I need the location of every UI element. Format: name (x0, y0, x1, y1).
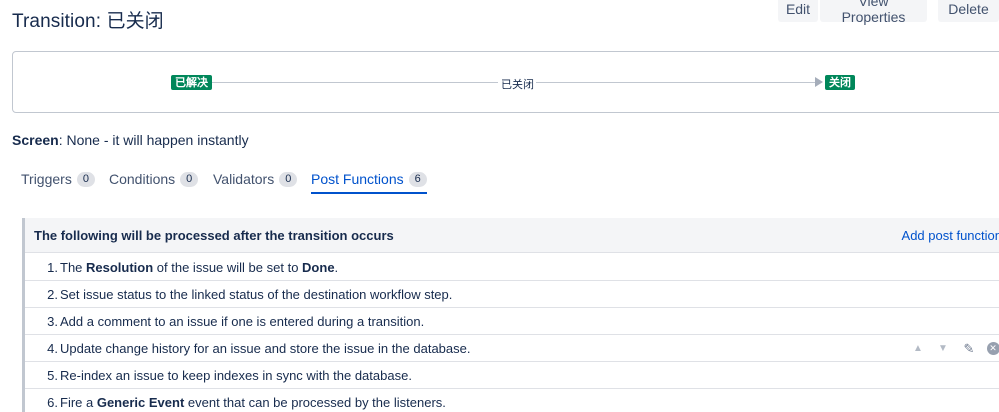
tab-conditions-count: 0 (180, 171, 199, 187)
row-text: Re-index an issue to keep indexes in syn… (60, 368, 412, 383)
view-properties-button[interactable]: View Properties (820, 0, 927, 25)
panel-header: The following will be processed after th… (25, 218, 999, 253)
edit-pencil-icon[interactable]: ✎ (962, 340, 976, 357)
panel-heading: The following will be processed after th… (34, 228, 394, 243)
post-function-row: 6. Fire a Generic Event event that can b… (25, 389, 999, 412)
row-number: 5. (47, 368, 58, 383)
row-text-bold: Resolution (86, 260, 154, 275)
tab-validators[interactable]: Validators 0 (213, 166, 298, 192)
row-text-part: . (334, 260, 339, 275)
transition-name-label: 已关闭 (499, 76, 536, 92)
edit-button[interactable]: Edit (778, 0, 818, 22)
post-functions-panel: The following will be processed after th… (22, 218, 999, 412)
post-function-row: 5. Re-index an issue to keep indexes in … (25, 362, 999, 389)
row-number: 2. (47, 287, 58, 302)
row-text: Add a comment to an issue if one is ente… (60, 314, 425, 329)
page-title: Transition: 已关闭 (12, 6, 164, 33)
post-function-row: 2. Set issue status to the linked status… (25, 281, 999, 308)
remove-icon[interactable]: ✕ (986, 340, 999, 357)
diagram-connector-right (533, 82, 818, 83)
row-text-bold: Done (302, 260, 335, 275)
tab-triggers-count: 0 (76, 171, 95, 187)
row-text-part: The (60, 260, 87, 275)
tab-validators-label: Validators (213, 171, 275, 187)
tab-validators-count: 0 (279, 171, 298, 187)
row-text-part: event that can be processed by the liste… (184, 395, 446, 410)
tab-bar: Triggers 0 Conditions 0 Validators 0 Pos… (12, 166, 999, 194)
row-number: 4. (47, 341, 58, 356)
arrowhead-icon (815, 77, 823, 87)
post-function-row: 3. Add a comment to an issue if one is e… (25, 308, 999, 335)
row-number: 1. (47, 260, 58, 275)
transition-diagram: 已解决 已关闭 关闭 (12, 51, 999, 113)
tab-post-functions-label: Post Functions (311, 171, 404, 187)
screen-info: Screen: None - it will happen instantly (12, 132, 249, 148)
tab-triggers-label: Triggers (21, 171, 72, 187)
delete-button[interactable]: Delete (938, 0, 999, 22)
tab-conditions-label: Conditions (109, 171, 176, 187)
screen-label: Screen (12, 132, 59, 148)
move-down-icon[interactable]: ▼ (936, 340, 950, 357)
page-title-name: 已关闭 (106, 10, 164, 32)
tab-triggers[interactable]: Triggers 0 (21, 166, 95, 192)
row-text: Update change history for an issue and s… (60, 341, 471, 356)
row-text: Fire a Generic Event event that can be p… (60, 395, 446, 410)
add-post-function-link[interactable]: Add post function (902, 228, 999, 243)
tab-conditions[interactable]: Conditions 0 (109, 166, 199, 192)
from-status-lozenge: 已解决 (171, 75, 212, 90)
row-text-part: Fire a (60, 395, 97, 410)
row-number: 3. (47, 314, 58, 329)
row-number: 6. (47, 395, 58, 410)
post-function-row: 1. The Resolution of the issue will be s… (25, 254, 999, 281)
active-tab-indicator (311, 192, 427, 194)
post-function-row: 4. Update change history for an issue an… (25, 335, 999, 362)
row-text-part: of the issue will be set to (153, 260, 303, 275)
screen-value: : None - it will happen instantly (58, 132, 249, 148)
diagram-connector-left (212, 82, 498, 83)
move-up-icon[interactable]: ▲ (911, 340, 925, 357)
row-text-bold: Generic Event (96, 395, 185, 410)
tab-post-functions[interactable]: Post Functions 6 (311, 166, 427, 194)
row-text: Set issue status to the linked status of… (60, 287, 453, 302)
to-status-lozenge: 关闭 (825, 75, 855, 90)
row-text: The Resolution of the issue will be set … (60, 260, 338, 275)
tab-post-functions-count: 6 (408, 171, 427, 187)
page-title-prefix: Transition: (12, 11, 107, 32)
